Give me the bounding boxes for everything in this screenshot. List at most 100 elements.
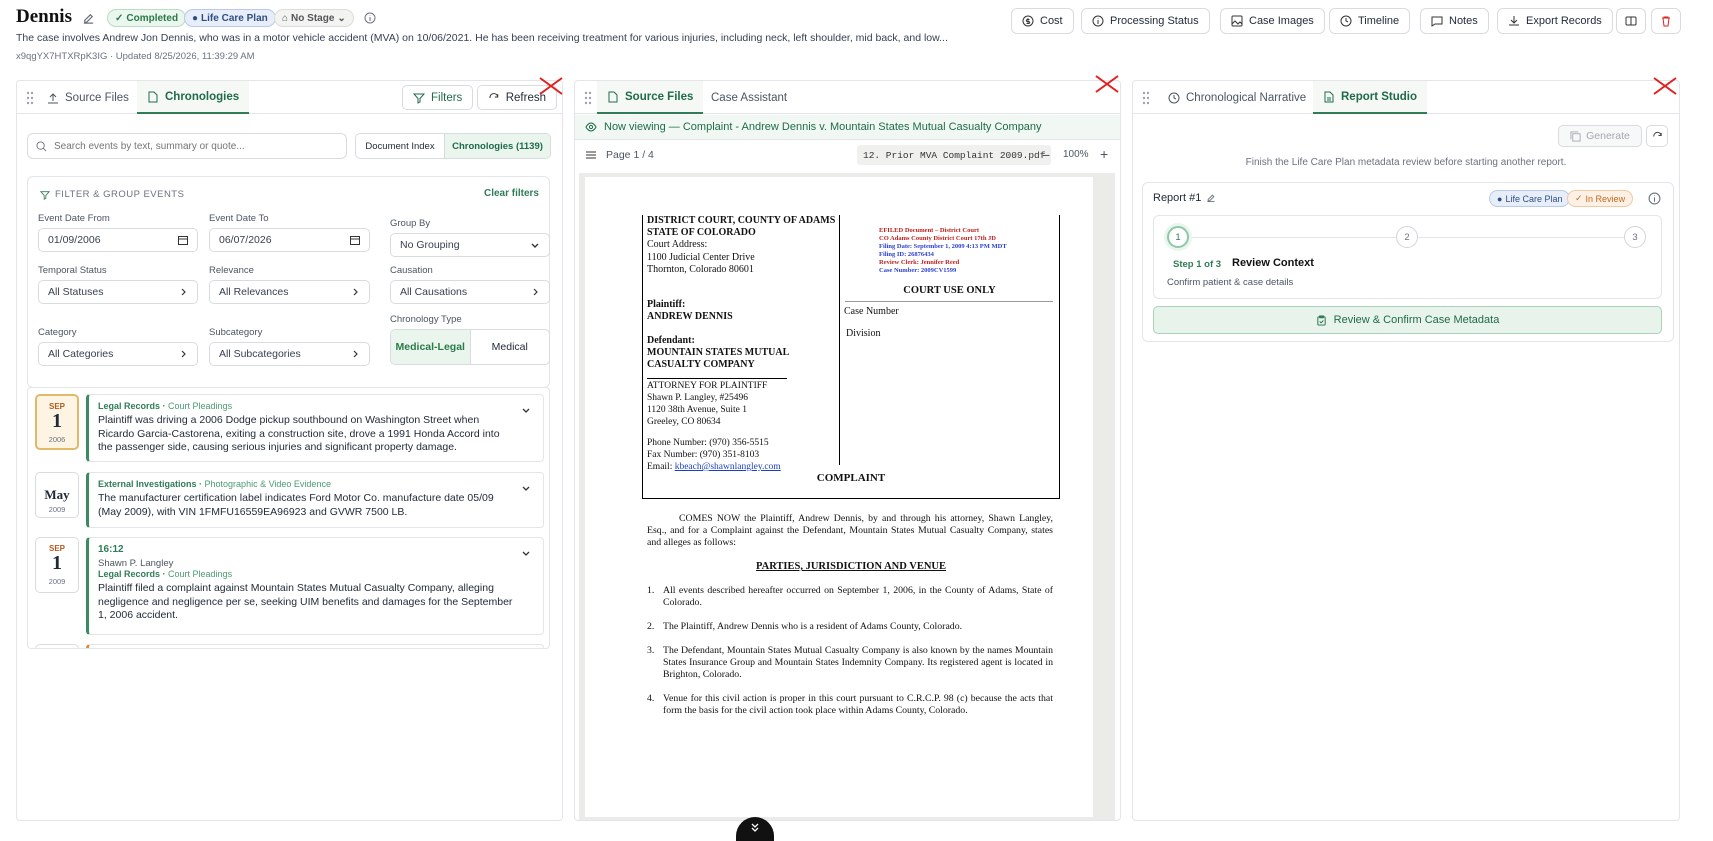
dollar-icon: [1022, 15, 1034, 27]
label-group-by: Group By: [390, 218, 431, 229]
contact-block: Phone Number: (970) 356-5515 Fax Number: …: [647, 438, 781, 472]
document-index-toggle[interactable]: Document Index: [355, 133, 445, 159]
date-from-input[interactable]: 01/09/2006: [38, 228, 198, 252]
clear-filters-link[interactable]: Clear filters: [484, 188, 539, 199]
relevance-select[interactable]: All Relevances: [209, 280, 370, 304]
group-by-select[interactable]: No Grouping: [390, 233, 550, 257]
chevron-down-icon[interactable]: [521, 483, 531, 493]
close-icon[interactable]: [1094, 74, 1120, 94]
chevron-right-icon: [533, 288, 538, 296]
date-to-input[interactable]: 06/07/2026: [209, 228, 370, 252]
search-field[interactable]: [54, 140, 324, 152]
caption-divider: [839, 215, 840, 465]
medical-legal-option[interactable]: Medical-Legal: [391, 330, 471, 364]
trash-icon: [1662, 16, 1670, 27]
document-icon: [148, 91, 158, 102]
efiled-stamp: EFILED Document – District Court CO Adams…: [879, 227, 1007, 274]
chevron-down-icon: [531, 243, 539, 248]
copy-icon: [1570, 130, 1581, 142]
step-1[interactable]: 1: [1167, 226, 1189, 248]
filters-button[interactable]: Filters: [402, 85, 474, 110]
chronology-type-toggle[interactable]: Medical-Legal Medical: [390, 329, 550, 365]
case-images-button[interactable]: Case Images: [1220, 8, 1325, 34]
stage-dropdown[interactable]: ⌂ No Stage ⌄: [274, 9, 354, 27]
document-icon: [608, 91, 618, 102]
zoom-in-button[interactable]: +: [1100, 146, 1108, 162]
section-heading: PARTIES, JURISDICTION AND VENUE: [755, 561, 947, 572]
info-icon[interactable]: [1648, 192, 1661, 205]
court-address: Court Address: 1100 Judicial Center Drive…: [647, 239, 755, 275]
label-date-to: Event Date To: [209, 213, 269, 224]
tab-report-studio[interactable]: Report Studio: [1313, 81, 1428, 114]
email-link[interactable]: kbeach@shawnlangley.com: [675, 462, 781, 472]
close-icon[interactable]: [538, 76, 564, 96]
generate-button[interactable]: Generate: [1558, 125, 1642, 147]
tab-case-assistant[interactable]: Case Assistant: [701, 81, 797, 114]
pdf-toolbar: Page 1 / 4 12. Prior MVA Complaint 2009.…: [575, 140, 1120, 170]
report-icon: [1324, 91, 1334, 102]
event-card[interactable]: 16:12 Shawn P. Langley Legal Records · C…: [86, 537, 544, 635]
right-tabbar: Chronological Narrative Report Studio: [1133, 81, 1679, 114]
event-card[interactable]: External Investigations · Photographic &…: [86, 472, 544, 528]
causation-select[interactable]: All Causations: [390, 280, 550, 304]
file-name: 12. Prior MVA Complaint 2009.pdf: [857, 145, 1052, 165]
delete-button[interactable]: [1651, 8, 1681, 34]
division-label: Division: [846, 328, 881, 339]
notes-button[interactable]: Notes: [1420, 8, 1489, 34]
subcategory-select[interactable]: All Subcategories: [209, 342, 370, 366]
attorney-block: ATTORNEY FOR PLAINTIFF Shawn P. Langley, …: [647, 381, 768, 427]
chevron-down-icon[interactable]: [521, 405, 531, 415]
tab-source-files[interactable]: Source Files: [37, 81, 139, 114]
drag-handle-icon[interactable]: [584, 91, 592, 105]
zoom-out-button[interactable]: −: [1042, 147, 1050, 163]
step-3[interactable]: 3: [1624, 226, 1646, 248]
chevron-down-icon[interactable]: [521, 548, 531, 558]
chronologies-toggle[interactable]: Chronologies (1139): [444, 133, 551, 159]
event-card[interactable]: Legal Records · Court Pleadings Plaintif…: [86, 394, 544, 462]
refresh-icon: [1652, 131, 1662, 137]
close-icon[interactable]: [1652, 76, 1678, 96]
step-label: Step 1 of 3: [1173, 259, 1222, 270]
label-temporal: Temporal Status: [38, 265, 107, 276]
case-title: Dennis: [16, 6, 72, 27]
rule: [845, 301, 1053, 302]
confirm-metadata-button[interactable]: Review & Confirm Case Metadata: [1153, 306, 1662, 334]
event-list: SEP 1 2006 Legal Records · Court Pleadings…: [27, 387, 550, 649]
court-name: DISTRICT COURT, COUNTY OF ADAMS STATE OF …: [647, 215, 836, 238]
drag-handle-icon[interactable]: [1142, 91, 1150, 105]
filter-group-title: FILTER & GROUP EVENTS: [40, 189, 184, 200]
medical-option[interactable]: Medical: [471, 330, 550, 364]
event-card[interactable]: [86, 644, 544, 648]
category-select[interactable]: All Categories: [38, 342, 198, 366]
tab-chronological-narrative[interactable]: Chronological Narrative: [1158, 81, 1316, 114]
info-icon[interactable]: [364, 12, 376, 24]
label-subcategory: Subcategory: [209, 327, 263, 338]
filter-icon: [413, 93, 425, 104]
tab-source-files[interactable]: Source Files: [597, 81, 704, 114]
chevron-right-icon: [353, 288, 358, 296]
case-number-label: Case Number: [844, 306, 899, 317]
report-notice: Finish the Life Care Plan metadata revie…: [1245, 157, 1567, 168]
step-2[interactable]: 2: [1396, 226, 1418, 248]
search-input[interactable]: [27, 133, 347, 159]
court-use-only: COURT USE ONLY: [903, 285, 996, 296]
cost-button[interactable]: Cost: [1011, 8, 1074, 34]
export-records-button[interactable]: Export Records: [1497, 8, 1613, 34]
drag-handle-icon[interactable]: [26, 91, 34, 105]
refresh-button[interactable]: [1646, 125, 1668, 147]
processing-status-button[interactable]: Processing Status: [1081, 8, 1210, 34]
temporal-status-select[interactable]: All Statuses: [38, 280, 198, 304]
layout-toggle-button[interactable]: [1616, 8, 1646, 34]
pencil-icon[interactable]: [82, 12, 95, 25]
eye-icon: [585, 122, 597, 132]
menu-icon[interactable]: [585, 149, 597, 161]
timeline-button[interactable]: Timeline: [1329, 8, 1411, 34]
tab-chronologies[interactable]: Chronologies: [137, 81, 250, 114]
pencil-icon[interactable]: [1206, 193, 1216, 203]
calendar-icon: [350, 236, 360, 245]
report-card: Report #1 ● Life Care Plan ✓ In Review 1 2…: [1142, 182, 1674, 342]
clock-icon: [1340, 15, 1352, 27]
case-header: Dennis ✓ Completed ● Life Care Plan ⌂ No St…: [0, 0, 1713, 72]
columns-icon: [1625, 16, 1637, 26]
pdf-page: DISTRICT COURT, COUNTY OF ADAMS STATE OF …: [585, 177, 1093, 817]
